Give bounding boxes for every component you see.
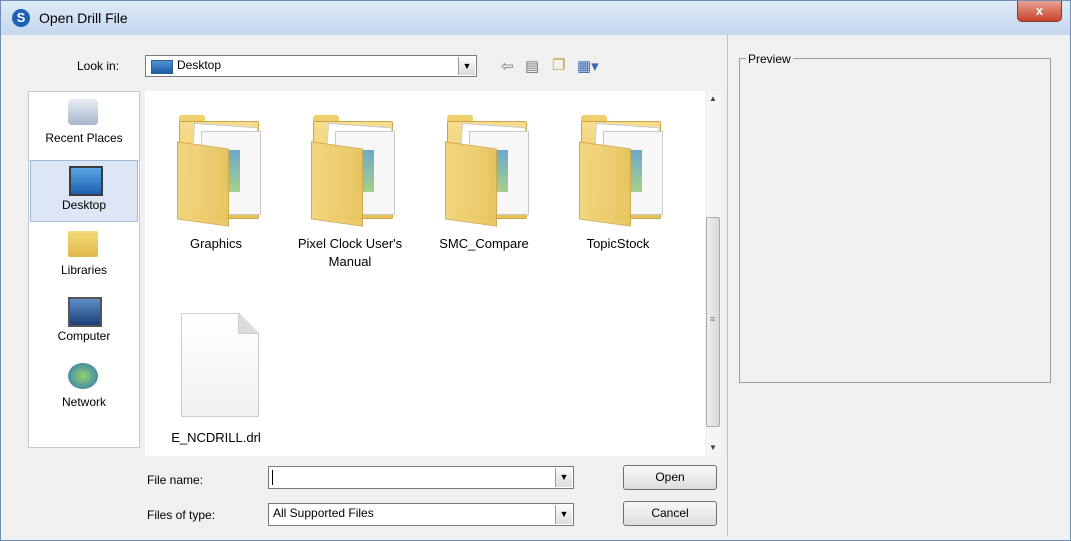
file-type-label: Files of type:: [147, 508, 216, 522]
places-bar: Recent Places Desktop Libraries Computer…: [28, 91, 140, 448]
file-name: Graphics: [189, 236, 243, 251]
preview-label: Preview: [746, 52, 793, 66]
file-name-label: File name:: [147, 473, 204, 487]
place-label: Network: [61, 395, 106, 409]
preview-pane: Preview: [727, 35, 1062, 536]
chevron-down-icon[interactable]: ▼: [555, 505, 572, 524]
folder-icon: [439, 111, 529, 227]
look-in-dropdown[interactable]: Desktop ▼: [145, 55, 477, 77]
file-name: TopicStock: [586, 236, 650, 251]
blank-file-icon: [181, 313, 259, 417]
file-name-input[interactable]: ▼: [268, 466, 574, 489]
libraries-icon: [68, 231, 98, 257]
open-button[interactable]: Open: [623, 465, 717, 490]
app-logo-icon: S: [12, 9, 30, 27]
chevron-down-icon[interactable]: ▼: [555, 468, 572, 487]
desktop-icon: [69, 166, 103, 196]
scroll-down-icon[interactable]: ▼: [705, 440, 721, 456]
folder-icon: [573, 111, 663, 227]
file-list-scrollbar[interactable]: ▲ ≡ ▼: [705, 91, 721, 456]
place-label: Computer: [57, 329, 111, 343]
new-folder-icon[interactable]: ❐: [552, 56, 565, 74]
file-type-value: All Supported Files: [273, 506, 374, 520]
preview-frame: [739, 58, 1051, 383]
chevron-down-icon[interactable]: ▼: [458, 57, 475, 75]
folder-icon: [171, 111, 261, 227]
recent-places-icon: [68, 99, 98, 125]
place-label: Recent Places: [45, 131, 123, 145]
dialog-client-area: Look in: Desktop ▼ ⇦ ▤ ❐ ▦▾ Recent Place…: [9, 35, 1062, 536]
file-type-dropdown[interactable]: All Supported Files ▼: [268, 503, 574, 526]
place-libraries[interactable]: Libraries: [30, 226, 138, 288]
computer-icon: [68, 297, 102, 327]
place-label: Desktop: [61, 198, 107, 212]
place-desktop[interactable]: Desktop: [30, 160, 138, 222]
place-recent-places[interactable]: Recent Places: [30, 94, 138, 156]
open-drill-file-dialog: S Open Drill File x Look in: Desktop ▼ ⇦…: [0, 0, 1071, 541]
view-menu-icon[interactable]: ▦▾: [577, 57, 599, 75]
network-icon: [68, 363, 98, 389]
back-arrow-icon[interactable]: ⇦: [501, 57, 514, 75]
file-name: SMC_Compare: [439, 236, 529, 251]
place-computer[interactable]: Computer: [30, 292, 138, 354]
file-name: Pixel Clock User's Manual: [297, 236, 403, 269]
desktop-small-icon: [151, 60, 173, 74]
look-in-label: Look in:: [77, 59, 120, 73]
scroll-up-icon[interactable]: ▲: [705, 91, 721, 107]
folder-icon: [305, 111, 395, 227]
close-button[interactable]: x: [1017, 1, 1062, 22]
cancel-button[interactable]: Cancel: [623, 501, 717, 526]
place-network[interactable]: Network: [30, 358, 138, 420]
file-name: E_NCDRILL.drl: [171, 430, 261, 445]
file-list[interactable]: Graphics Pixel Clock User's Manual SMC_C…: [145, 91, 721, 456]
window-title: Open Drill File: [39, 10, 128, 26]
up-folder-icon[interactable]: ▤: [525, 57, 539, 75]
look-in-value: Desktop: [177, 58, 222, 72]
text-cursor: [272, 470, 273, 485]
scrollbar-thumb[interactable]: ≡: [706, 217, 720, 427]
place-label: Libraries: [60, 263, 108, 277]
title-bar: S Open Drill File x: [1, 1, 1070, 35]
